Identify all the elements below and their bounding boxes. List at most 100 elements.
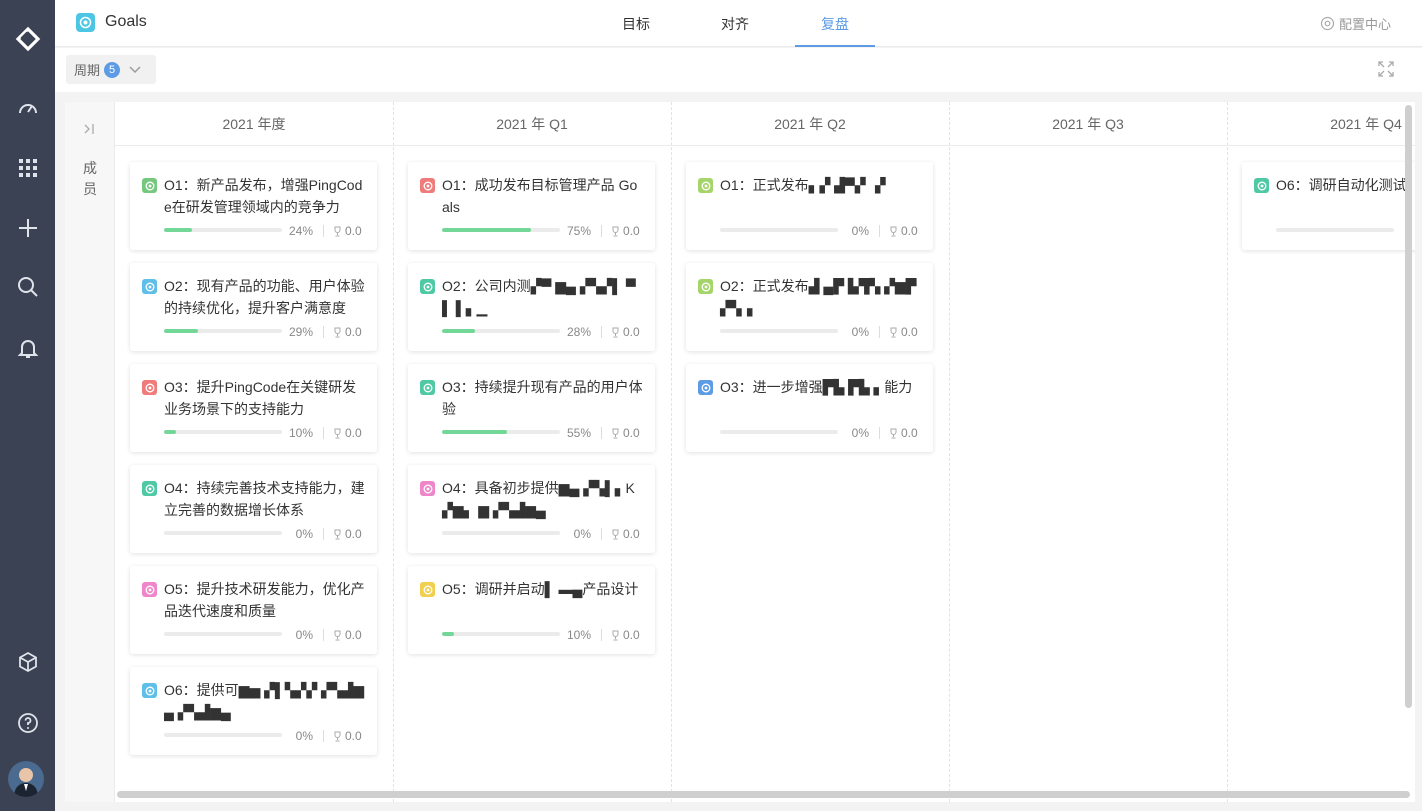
trophy-icon [612,630,619,640]
period-count-badge: 5 [104,61,121,78]
objective-card[interactable]: O2：公司内测▞▀ ▆▄ ▞▚▞▌ ▀▌ ▌▖▁ 28% 0.0 [408,263,655,351]
divider [323,427,324,439]
column-divider [671,102,672,802]
objective-card[interactable]: O1：正式发布▖▞ ▟▀▞ ▗▘ 0% 0.0 [686,162,933,250]
horizontal-scrollbar[interactable] [117,791,1410,798]
objective-title: O1：新产品发布，增强PingCode在研发管理领域内的竞争力 [164,177,363,215]
progress-percent: 28% [566,325,591,339]
score: 0.0 [888,426,918,440]
trophy-icon [334,327,341,337]
progress-fill [442,228,531,232]
config-center-link[interactable]: 配置中心 [1320,14,1391,33]
objective-icon [698,178,713,193]
objective-card[interactable]: O3：提升PingCode在关键研发业务场景下的支持能力 10% 0.0 [130,364,377,452]
progress-percent: 29% [288,325,313,339]
score-value: 0.0 [623,628,640,642]
divider [601,427,602,439]
divider [323,730,324,742]
column-header: 2021 年度 [115,102,393,146]
avatar[interactable] [8,761,44,797]
column-header: 2021 年 Q4 [1227,102,1415,146]
tab-review[interactable]: 复盘 [821,14,849,34]
objective-icon [420,380,435,395]
tab-goals[interactable]: 目标 [622,14,650,34]
objective-card[interactable]: O1：新产品发布，增强PingCode在研发管理领域内的竞争力 24% 0.0 [130,162,377,250]
expand-panel-icon[interactable] [82,122,96,141]
brand-logo-icon[interactable] [0,21,55,57]
search-icon[interactable] [0,269,55,305]
period-filter-button[interactable]: 周期 5 [66,55,156,84]
progress-bar [164,329,282,333]
score-value: 0.0 [345,325,362,339]
trophy-icon [890,428,897,438]
objective-title: O2：现有产品的功能、用户体验的持续优化，提升客户满意度 [164,278,365,316]
vertical-scrollbar[interactable] [1405,105,1412,708]
bell-icon[interactable] [0,330,55,366]
trophy-icon [890,327,897,337]
objective-card[interactable]: O4：具备初步提供▆▄ ▞▚▌▖K ▞▆▖ ▆ ▞▚▟▆▄ 0% 0.0 [408,465,655,553]
score-value: 0.0 [901,224,918,238]
objective-card[interactable]: O6：提供可▆▅ ▞▌▚▞▞ ▞▚▟▆▄ ▞▚▟▆▄ 0% 0.0 [130,667,377,755]
trophy-icon [612,327,619,337]
divider [323,528,324,540]
progress-bar [720,228,838,232]
score: 0.0 [332,224,362,238]
app-title: Goals [105,13,147,30]
column-header: 2021 年 Q1 [393,102,671,146]
objective-icon [142,279,157,294]
score: 0.0 [332,325,362,339]
tab-alignment[interactable]: 对齐 [721,14,749,34]
add-icon[interactable] [0,210,55,246]
trophy-icon [334,226,341,236]
objective-card[interactable]: O4：持续完善技术支持能力，建立完善的数据增长体系 0% 0.0 [130,465,377,553]
objective-card[interactable]: O5：调研并启动▌ ▬▄产品设计 10% 0.0 [408,566,655,654]
divider [323,629,324,641]
divider [323,326,324,338]
objective-title: O5：提升技术研发能力，优化产品迭代速度和质量 [164,581,365,619]
progress-bar [164,632,282,636]
column-divider [949,102,950,802]
score: 0.0 [332,729,362,743]
objective-title: O4：具备初步提供▆▄ ▞▚▌▖K ▞▆▖ ▆ ▞▚▟▆▄ [442,480,635,518]
progress-fill [442,430,507,434]
top-header: Goals 目标 对齐 复盘 配置中心 [55,0,1422,47]
progress-bar [1276,228,1394,232]
score: 0.0 [332,527,362,541]
score-value: 0.0 [901,426,918,440]
objective-icon [142,481,157,496]
filter-bar: 周期 5 [55,48,1422,92]
divider [323,225,324,237]
objective-title: O2：公司内测▞▀ ▆▄ ▞▚▞▌ ▀▌ ▌▖▁ [442,278,636,316]
cube-icon[interactable] [0,644,55,680]
progress-percent: 24% [288,224,313,238]
trophy-icon [334,529,341,539]
objective-title: O5：调研并启动▌ ▬▄产品设计 [442,581,639,597]
progress-bar [442,228,560,232]
objective-card[interactable]: O5：提升技术研发能力，优化产品迭代速度和质量 0% 0.0 [130,566,377,654]
divider [879,225,880,237]
help-icon[interactable] [0,705,55,741]
score: 0.0 [610,325,640,339]
objective-icon [142,178,157,193]
divider [601,326,602,338]
progress-bar [442,632,560,636]
objective-icon [698,380,713,395]
apps-grid-icon[interactable] [0,150,55,186]
left-rail [0,0,55,811]
objective-card[interactable]: O3：进一步增强▛▙ ▛▙ ▖能力 0% 0.0 [686,364,933,452]
objective-card[interactable]: O1：成功发布目标管理产品 Goals 75% 0.0 [408,162,655,250]
score: 0.0 [332,628,362,642]
fullscreen-icon[interactable] [1377,60,1395,83]
trophy-icon [890,226,897,236]
trophy-icon [334,630,341,640]
progress-bar [720,329,838,333]
progress-percent: 0% [295,527,313,541]
objective-title: O3：持续提升现有产品的用户体验 [442,379,643,417]
dashboard-icon[interactable] [0,91,55,127]
objective-card[interactable]: O6：调研自动化测试 [1242,162,1415,250]
objective-card[interactable]: O3：持续提升现有产品的用户体验 55% 0.0 [408,364,655,452]
score: 0.0 [332,426,362,440]
objective-card[interactable]: O2：现有产品的功能、用户体验的持续优化，提升客户满意度 29% 0.0 [130,263,377,351]
objective-title: O6：调研自动化测试 [1276,177,1407,193]
objective-card[interactable]: O2：正式发布▟ ▄▛ ▙▜▚ ▞▆▛ ▞▚▗ 0% 0.0 [686,263,933,351]
